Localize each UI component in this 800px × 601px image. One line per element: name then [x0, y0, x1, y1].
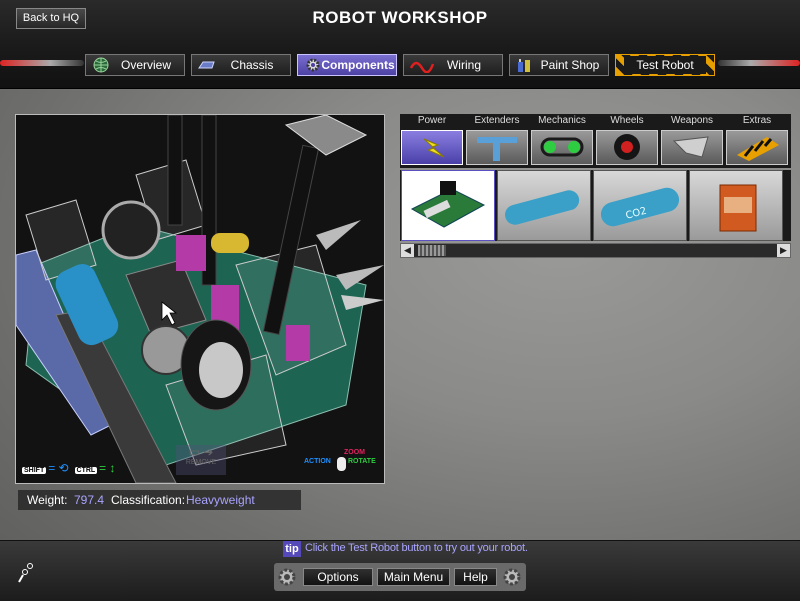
mouse-icon [337, 457, 346, 471]
part-co2-tank[interactable]: CO2 [593, 170, 687, 241]
category-weapons[interactable]: Weapons [660, 114, 724, 168]
help-button[interactable]: Help [454, 568, 497, 586]
rotate-arrow-icon: = ⟲ [48, 461, 69, 475]
robot-3d-viewport[interactable]: SHIFT = ⟲ CTRL = ↕ ▭ ➔ REMOVE ZOOM ACTIO… [15, 114, 385, 484]
classification-label: Classification: [111, 493, 186, 507]
component-category-bar: Power Extenders Mechanics Wheels Weapons… [400, 114, 791, 168]
gear-icon [503, 568, 521, 586]
t-extender-icon [477, 137, 517, 161]
circuit-board-icon [410, 181, 486, 228]
shift-rotate-hint: SHIFT = ⟲ CTRL = ↕ [22, 461, 116, 475]
decorative-wire-left [0, 60, 84, 66]
decorative-wire-right [718, 60, 800, 66]
remove-button[interactable]: ▭ ➔ REMOVE [176, 445, 226, 475]
tab-chassis[interactable]: Chassis [191, 54, 291, 76]
mouse-controls-legend: ZOOM ACTION ROTATE [304, 449, 380, 477]
wheel-icon [614, 134, 640, 160]
lightning-icon [423, 138, 445, 158]
top-bar: Back to HQ ROBOT WORKSHOP Overview Chass… [0, 0, 800, 89]
tab-overview[interactable]: Overview [85, 54, 185, 76]
classification-value: Heavyweight [186, 493, 255, 507]
robot-model [16, 115, 384, 483]
category-extras[interactable]: Extras [725, 114, 789, 168]
tab-wiring[interactable]: Wiring [403, 54, 503, 76]
category-mechanics[interactable]: Mechanics [530, 114, 594, 168]
hazard-plate-icon [737, 137, 779, 161]
tab-paint-shop[interactable]: Paint Shop [509, 54, 609, 76]
part-nitro-power-box[interactable] [689, 170, 783, 241]
part-battery-cylinder[interactable] [497, 170, 591, 241]
tip-badge: tip [283, 541, 301, 557]
blade-icon [672, 136, 709, 158]
test-robot-button[interactable]: Test Robot [615, 54, 715, 76]
weight-value: 797.4 [74, 493, 105, 507]
part-circuit-board[interactable] [401, 170, 495, 241]
nitro-power-box-icon [719, 184, 757, 232]
main-menu-button[interactable]: Main Menu [377, 568, 450, 586]
category-extenders[interactable]: Extenders [465, 114, 529, 168]
category-wheels[interactable]: Wheels [595, 114, 659, 168]
battery-cylinder-icon [505, 190, 580, 225]
scroll-left-arrow-icon[interactable]: ◀ [401, 244, 414, 257]
page-title: ROBOT WORKSHOP [312, 8, 488, 27]
tip-text: Click the Test Robot button to try out y… [305, 542, 528, 554]
parts-strip: CO2 [400, 170, 791, 241]
tab-components[interactable]: Components [297, 54, 397, 76]
gear-icon [278, 568, 296, 586]
robot-stats-bar: Weight: 797.4 Classification: Heavyweigh… [18, 490, 301, 510]
arrow-right-icon: ▭ ➔ [188, 445, 214, 459]
category-power[interactable]: Power [400, 114, 464, 168]
weight-label: Weight: [27, 493, 68, 507]
options-button[interactable]: Options [303, 568, 373, 586]
parts-scrollbar[interactable]: ◀ ▶ [400, 243, 791, 258]
vertical-move-icon: = ↕ [99, 461, 116, 475]
scroll-right-arrow-icon[interactable]: ▶ [777, 244, 790, 257]
chain-sprocket-icon [540, 137, 584, 157]
scroll-thumb[interactable] [418, 245, 446, 256]
co2-tank-icon: CO2 [600, 187, 680, 227]
loading-dots-icon [16, 560, 38, 584]
